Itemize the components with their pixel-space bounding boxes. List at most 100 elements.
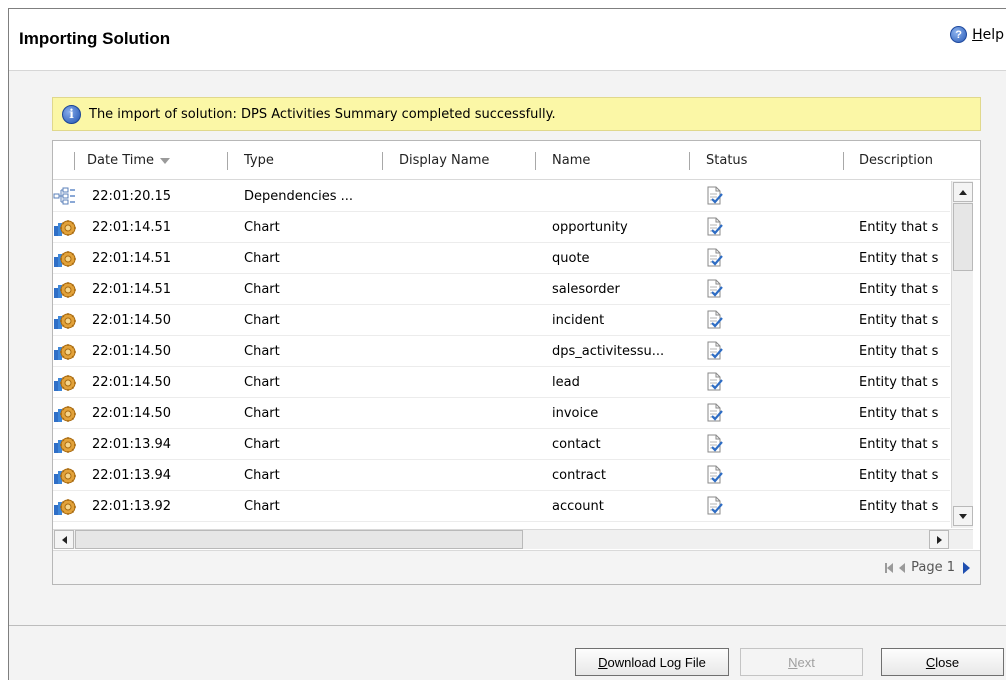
- success-status-icon: [706, 372, 724, 392]
- column-separator: [843, 152, 844, 170]
- success-notification: i The import of solution: DPS Activities…: [52, 97, 981, 131]
- cell-type: Chart: [244, 405, 280, 421]
- cell-description: Entity that s: [859, 219, 939, 235]
- success-status-icon: [706, 341, 724, 361]
- cell-description: Entity that s: [859, 374, 939, 390]
- log-row[interactable]: 22:01:14.51 Chart quote Entity that s: [53, 243, 950, 274]
- cell-description: Entity that s: [859, 467, 939, 483]
- success-status-icon: [706, 403, 724, 423]
- cell-date-time: 22:01:14.51: [92, 281, 172, 297]
- help-label: Help: [972, 27, 1004, 43]
- previous-page-icon[interactable]: [899, 562, 906, 573]
- cell-type: Chart: [244, 281, 280, 297]
- success-status-icon: [706, 186, 724, 206]
- close-button[interactable]: Close: [881, 648, 1004, 676]
- download-log-file-button[interactable]: Download Log File: [575, 648, 729, 676]
- cell-display-name: [399, 398, 539, 428]
- log-row[interactable]: 22:01:14.50 Chart dps_activitessu... Ent…: [53, 336, 950, 367]
- cell-name: account: [552, 498, 604, 514]
- cell-type: Chart: [244, 374, 280, 390]
- column-header-description[interactable]: Description: [859, 141, 933, 180]
- cell-type: Chart: [244, 219, 280, 235]
- scroll-right-button[interactable]: [929, 530, 949, 549]
- cell-date-time: 22:01:20.15: [92, 188, 172, 204]
- cell-date-time: 22:01:13.92: [92, 498, 172, 514]
- cell-status: [706, 491, 746, 521]
- log-row[interactable]: 22:01:13.94 Chart contact Entity that s: [53, 429, 950, 460]
- cell-name: invoice: [552, 405, 599, 421]
- cell-name: lead: [552, 374, 580, 390]
- column-header-display-name[interactable]: Display Name: [399, 141, 489, 180]
- cell-date-time: 22:01:14.50: [92, 374, 172, 390]
- arrow-down-icon: [959, 513, 967, 519]
- cell-date-time: 22:01:14.50: [92, 312, 172, 328]
- grid-rows: 22:01:20.15 Dependencies ... 22:01:14.51…: [53, 181, 950, 528]
- horizontal-scrollbar[interactable]: [53, 529, 973, 549]
- cell-type: Chart: [244, 250, 280, 266]
- column-header-description-label: Description: [859, 153, 934, 168]
- cell-date-time: 22:01:14.50: [92, 343, 172, 359]
- cell-date-time: 22:01:14.50: [92, 405, 172, 421]
- vertical-scroll-thumb[interactable]: [953, 203, 973, 271]
- scroll-left-button[interactable]: [54, 530, 74, 549]
- cell-display-name: [399, 274, 539, 304]
- cell-type: Dependencies ...: [244, 188, 354, 204]
- column-header-status[interactable]: Status: [706, 141, 747, 180]
- help-label-rest: elp: [982, 26, 1004, 43]
- dependencies-icon: [53, 186, 77, 206]
- vertical-scrollbar[interactable]: [951, 181, 973, 528]
- cell-name: dps_activitessu...: [552, 343, 665, 359]
- cell-status: [706, 460, 746, 490]
- cell-description: Entity that s: [859, 436, 939, 452]
- log-row[interactable]: 22:01:14.51 Chart opportunity Entity tha…: [53, 212, 950, 243]
- cell-display-name: [399, 212, 539, 242]
- pager-controls: Page 1: [885, 560, 970, 575]
- cell-date-time: 22:01:13.94: [92, 436, 172, 452]
- column-header-type[interactable]: Type: [244, 141, 274, 180]
- chart-component-icon: [53, 496, 77, 516]
- grid-header: Date Time Type Display Name Name Status …: [53, 141, 980, 180]
- next-page-icon[interactable]: [963, 561, 970, 574]
- log-row[interactable]: 22:01:14.50 Chart invoice Entity that s: [53, 398, 950, 429]
- log-row[interactable]: 22:01:20.15 Dependencies ...: [53, 181, 950, 212]
- next-label: ext: [797, 654, 815, 670]
- scroll-down-button[interactable]: [953, 506, 973, 526]
- grid-pager: Page 1: [53, 550, 980, 584]
- next-button[interactable]: Next: [740, 648, 863, 676]
- success-status-icon: [706, 248, 724, 268]
- cell-status: [706, 367, 746, 397]
- cell-description: Entity that s: [859, 405, 939, 421]
- cell-description: Entity that s: [859, 343, 939, 359]
- column-header-status-label: Status: [706, 153, 748, 168]
- chart-component-icon: [53, 217, 77, 237]
- log-row[interactable]: 22:01:13.92 Chart account Entity that s: [53, 491, 950, 522]
- cell-description: Entity that s: [859, 498, 939, 514]
- cell-status: [706, 398, 746, 428]
- cell-type: Chart: [244, 312, 280, 328]
- horizontal-scroll-thumb[interactable]: [75, 530, 523, 549]
- help-link[interactable]: ? Help: [950, 26, 1004, 43]
- log-row[interactable]: 22:01:14.51 Chart salesorder Entity that…: [53, 274, 950, 305]
- log-row[interactable]: 22:01:13.94 Chart contract Entity that s: [53, 460, 950, 491]
- first-page-icon[interactable]: [885, 562, 894, 573]
- column-header-date-time-label: Date Time: [87, 153, 155, 168]
- cell-name: contract: [552, 467, 606, 483]
- scroll-up-button[interactable]: [953, 182, 973, 202]
- import-log-grid: Date Time Type Display Name Name Status …: [52, 140, 981, 585]
- cell-type: Chart: [244, 343, 280, 359]
- column-header-name[interactable]: Name: [552, 141, 590, 180]
- column-header-type-label: Type: [244, 153, 274, 168]
- column-header-date-time[interactable]: Date Time: [87, 141, 171, 180]
- info-icon: i: [62, 104, 81, 124]
- next-accesskey: N: [788, 654, 798, 670]
- cell-name: incident: [552, 312, 605, 328]
- cell-display-name: [399, 181, 539, 211]
- success-status-icon: [706, 310, 724, 330]
- log-row[interactable]: 22:01:14.50 Chart lead Entity that s: [53, 367, 950, 398]
- cell-date-time: 22:01:14.51: [92, 219, 172, 235]
- chart-component-icon: [53, 403, 77, 423]
- log-row[interactable]: 22:01:14.50 Chart incident Entity that s: [53, 305, 950, 336]
- import-dialog: Importing Solution ? Help i The import o…: [8, 8, 1006, 680]
- cell-type: Chart: [244, 498, 280, 514]
- column-separator: [227, 152, 228, 170]
